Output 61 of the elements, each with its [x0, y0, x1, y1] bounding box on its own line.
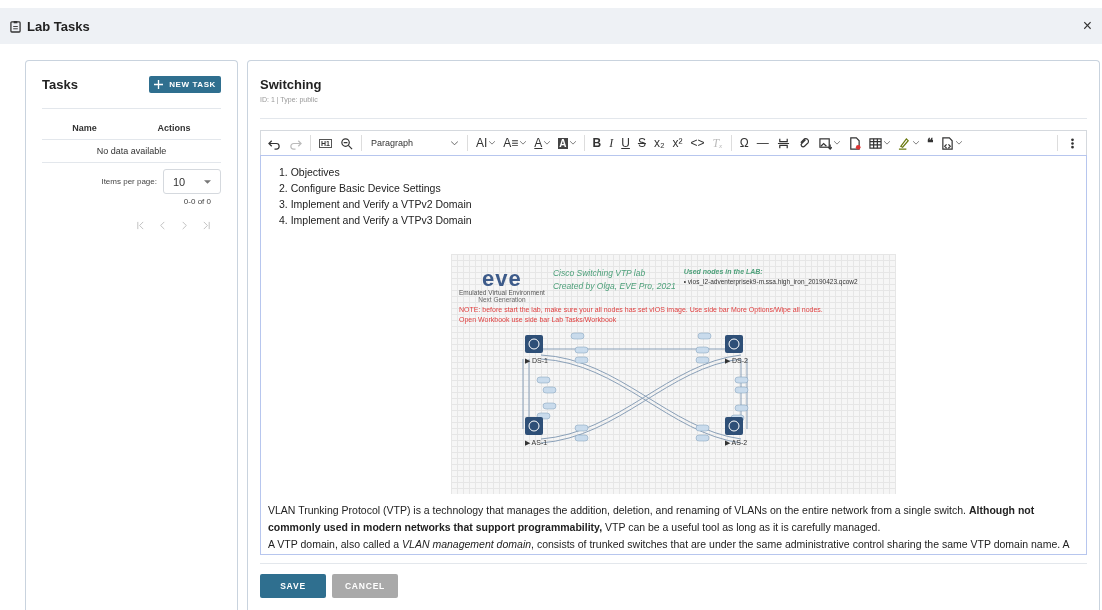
toolbar-italic-button[interactable]: I: [606, 133, 617, 153]
find-icon: [339, 136, 353, 150]
column-header: Actions: [157, 123, 191, 133]
eve-logo: eve: [482, 268, 522, 290]
toolbar-filled-button[interactable]: A: [555, 133, 579, 153]
source-icon: [940, 136, 954, 150]
caret-icon: [520, 141, 527, 145]
toolbar-glyph-button[interactable]: A≡: [500, 133, 530, 153]
editor-content[interactable]: [260, 155, 1087, 555]
toolbar-underlined-button[interactable]: U: [618, 133, 633, 153]
toolbar-bold-button[interactable]: B: [589, 133, 605, 153]
file-icon: [847, 136, 861, 150]
new-task-button[interactable]: NEW TASK: [149, 76, 221, 93]
objective-item: 4. Implement and Verify a VTPv3 Domain: [279, 213, 473, 228]
image-icon: [818, 136, 832, 150]
plus-icon: [154, 80, 164, 89]
save-button[interactable]: SAVE: [260, 574, 326, 598]
toolbar-glyph-button[interactable]: x₂: [650, 133, 668, 153]
toolbar-glyph-button[interactable]: x²: [669, 133, 686, 153]
toolbar-glyph-button[interactable]: AI: [472, 133, 499, 153]
paragraph: VLAN Trunking Protocol (VTP) is a technology that manages the addition, deletion, and renaming of VLANs on the entire network from a single switch. Although not commonly used in modern networks that support programmability, VTP can be a useful tool as long as it is carefully managed.: [268, 503, 1036, 535]
toolbar-strike-button[interactable]: S: [634, 133, 649, 153]
first-page-icon: [136, 221, 145, 230]
toolbar-bold-button[interactable]: ❝: [923, 133, 936, 153]
caret-icon: [912, 141, 919, 145]
window-title: Lab Tasks: [27, 18, 91, 34]
link-icon: [797, 136, 811, 150]
caret-icon: [883, 141, 890, 145]
caret-icon: [955, 141, 962, 145]
clipboard-icon: [10, 19, 21, 33]
paragraph-select[interactable]: Paragraph: [366, 138, 462, 148]
task-title: Switching: [260, 77, 323, 92]
caret-icon: [489, 141, 496, 145]
objective-item: 2. Configure Basic Device Settings: [279, 181, 442, 196]
objective-item: 1. Objectives: [279, 165, 341, 180]
chevron-icon: [450, 140, 458, 146]
items-per-page-label: Items per page:: [101, 177, 157, 186]
caret-icon: [833, 141, 840, 145]
items-per-page-select[interactable]: 10: [163, 169, 221, 194]
highlight-icon: [897, 136, 911, 150]
table-icon: [868, 136, 882, 150]
toolbar-glyph-button[interactable]: Ω: [736, 133, 752, 153]
close-button[interactable]: ×: [1082, 17, 1092, 35]
toolbar-underlined-button[interactable]: A: [531, 133, 554, 153]
toolbar-glyph-button[interactable]: —: [753, 133, 772, 153]
panel-title: Tasks: [42, 77, 78, 92]
empty-message: No data available: [42, 140, 221, 163]
lab-title: Cisco Switching VTP lab: [552, 268, 647, 278]
prev-page-icon: [158, 221, 167, 230]
paragraph: A VTP domain, also called a VLAN management domain, consists of trunked switches that are under the same administrative control sharing the same VTP domain name. A: [268, 537, 1071, 552]
caret-icon: [569, 141, 576, 145]
last-page-icon: [202, 221, 211, 230]
toolbar-glyph-button[interactable]: <>: [687, 133, 708, 153]
objective-item: 3. Implement and Verify a VTPv2 Domain: [279, 197, 473, 212]
lab-credit: Created by Olga, EVE Pro, 2021: [552, 281, 676, 291]
caret-icon: [544, 141, 551, 145]
page-range: 0-0 of 0: [182, 196, 212, 206]
pagebreak-icon: [776, 136, 790, 150]
caret-icon: [204, 179, 211, 184]
column-header: Name: [72, 123, 97, 133]
next-page-icon: [180, 221, 189, 230]
